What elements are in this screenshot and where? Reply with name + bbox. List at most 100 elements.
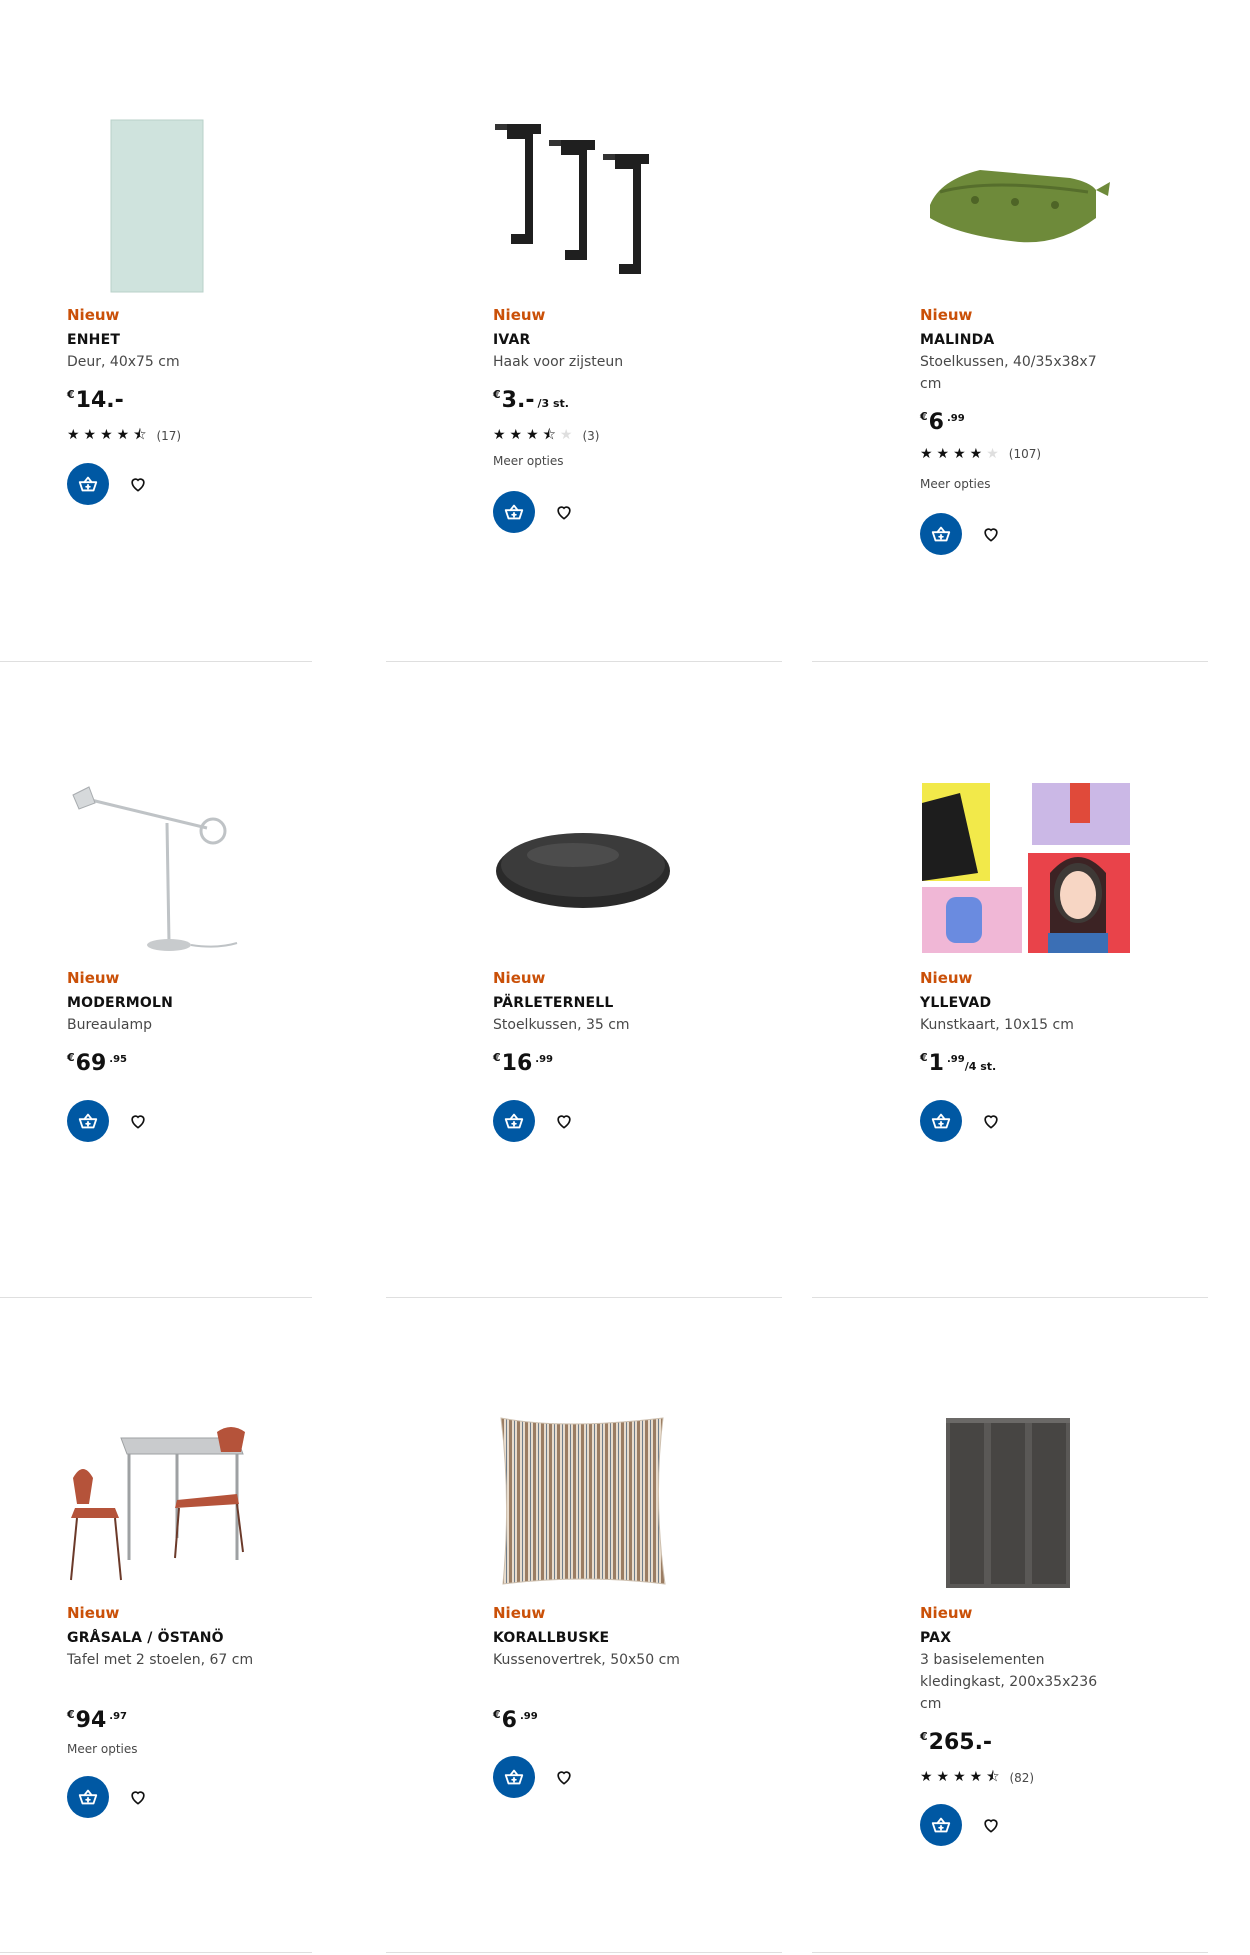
add-to-cart-button[interactable] bbox=[493, 1100, 535, 1142]
row-divider bbox=[812, 1952, 1208, 1953]
rating-count: (17) bbox=[156, 429, 182, 443]
add-to-cart-icon bbox=[78, 1789, 98, 1805]
new-badge: Nieuw bbox=[920, 1604, 973, 1622]
add-to-cart-icon bbox=[504, 1769, 524, 1785]
product-description: Stoelkussen, 40/35x38x7 cm bbox=[920, 354, 1097, 392]
product-card[interactable]: Nieuw KORALLBUSKE Kussenovertrek, 50x50 … bbox=[493, 1408, 833, 1828]
product-name[interactable]: MODERMOLN bbox=[67, 995, 173, 1011]
rating-count: (3) bbox=[582, 429, 600, 443]
row-divider bbox=[386, 1297, 782, 1298]
product-image[interactable] bbox=[493, 1408, 713, 1588]
row-divider bbox=[812, 1297, 1208, 1298]
heart-icon bbox=[131, 1115, 145, 1129]
product-image[interactable] bbox=[920, 1408, 1140, 1588]
add-to-cart-button[interactable] bbox=[67, 1100, 109, 1142]
add-to-cart-button[interactable] bbox=[493, 1756, 535, 1798]
more-options-link[interactable]: Meer opties bbox=[67, 1742, 138, 1756]
add-to-cart-icon bbox=[78, 1113, 98, 1129]
product-name[interactable]: GRÅSALA / ÖSTANÖ bbox=[67, 1630, 224, 1646]
rating-stars: ★★★⯪★ bbox=[493, 427, 577, 443]
product-card[interactable]: Nieuw MODERMOLN Bureaulamp €69.95 bbox=[67, 773, 407, 1153]
product-name[interactable]: YLLEVAD bbox=[920, 995, 991, 1011]
product-price: €16.99 bbox=[493, 1051, 553, 1076]
heart-icon bbox=[984, 1115, 998, 1129]
more-options-link[interactable]: Meer opties bbox=[920, 477, 991, 491]
product-description: Kussenovertrek, 50x50 cm bbox=[493, 1652, 680, 1668]
product-price: €14.- bbox=[67, 388, 124, 413]
add-to-cart-button[interactable] bbox=[67, 463, 109, 505]
row-divider bbox=[0, 1297, 312, 1298]
favourite-button[interactable] bbox=[125, 471, 151, 497]
favourite-button[interactable] bbox=[125, 1108, 151, 1134]
product-price: €69.95 bbox=[67, 1051, 127, 1076]
rating-count: (82) bbox=[1009, 1771, 1035, 1785]
add-to-cart-button[interactable] bbox=[67, 1776, 109, 1818]
new-badge: Nieuw bbox=[67, 306, 120, 324]
product-image[interactable] bbox=[67, 773, 287, 953]
product-description: Stoelkussen, 35 cm bbox=[493, 1017, 630, 1033]
add-to-cart-icon bbox=[931, 1817, 951, 1833]
product-card[interactable]: Nieuw GRÅSALA / ÖSTANÖ Tafel met 2 stoel… bbox=[67, 1408, 407, 1828]
row-divider bbox=[386, 1952, 782, 1953]
favourite-button[interactable] bbox=[551, 499, 577, 525]
new-badge: Nieuw bbox=[493, 969, 546, 987]
product-name[interactable]: PÄRLETERNELL bbox=[493, 995, 614, 1011]
new-badge: Nieuw bbox=[493, 306, 546, 324]
add-to-cart-icon bbox=[931, 526, 951, 542]
product-card[interactable]: Nieuw PÄRLETERNELL Stoelkussen, 35 cm €1… bbox=[493, 773, 833, 1153]
product-image[interactable] bbox=[920, 773, 1140, 953]
product-price: €265.- bbox=[920, 1730, 993, 1755]
add-to-cart-button[interactable] bbox=[493, 491, 535, 533]
heart-icon bbox=[131, 1791, 145, 1805]
favourite-button[interactable] bbox=[551, 1764, 577, 1790]
product-rating[interactable]: ★★★⯪★ (3) bbox=[493, 424, 599, 448]
product-card[interactable]: Nieuw YLLEVAD Kunstkaart, 10x15 cm €1.99… bbox=[920, 773, 1250, 1153]
favourite-button[interactable] bbox=[125, 1784, 151, 1810]
add-to-cart-button[interactable] bbox=[920, 1804, 962, 1846]
product-name[interactable]: MALINDA bbox=[920, 332, 994, 348]
product-image[interactable] bbox=[67, 1408, 287, 1588]
product-description: Tafel met 2 stoelen, 67 cm bbox=[67, 1652, 254, 1668]
add-to-cart-icon bbox=[931, 1113, 951, 1129]
row-divider bbox=[0, 1952, 312, 1953]
more-options-link[interactable]: Meer opties bbox=[493, 454, 564, 468]
product-card[interactable]: Nieuw IVAR Haak voor zijsteun €3.-/3 st.… bbox=[493, 110, 833, 533]
add-to-cart-icon bbox=[504, 504, 524, 520]
add-to-cart-button[interactable] bbox=[920, 1100, 962, 1142]
product-image[interactable] bbox=[493, 110, 713, 290]
favourite-button[interactable] bbox=[551, 1108, 577, 1134]
product-price: €94.97 bbox=[67, 1708, 127, 1733]
product-image[interactable] bbox=[920, 110, 1140, 290]
heart-icon bbox=[984, 1819, 998, 1833]
product-name[interactable]: IVAR bbox=[493, 332, 531, 348]
row-divider bbox=[812, 661, 1208, 662]
product-card[interactable]: Nieuw MALINDA Stoelkussen, 40/35x38x7 cm… bbox=[920, 110, 1250, 555]
favourite-button[interactable] bbox=[978, 1108, 1004, 1134]
product-image[interactable] bbox=[493, 773, 713, 953]
product-description: Haak voor zijsteun bbox=[493, 354, 624, 370]
product-rating[interactable]: ★★★★⯪ (17) bbox=[67, 424, 181, 448]
favourite-button[interactable] bbox=[978, 1812, 1004, 1838]
product-name[interactable]: KORALLBUSKE bbox=[493, 1630, 609, 1646]
product-image[interactable] bbox=[67, 110, 287, 293]
rating-stars: ★★★★⯪ bbox=[67, 427, 151, 443]
new-badge: Nieuw bbox=[920, 306, 973, 324]
heart-icon bbox=[131, 478, 145, 492]
heart-icon bbox=[984, 528, 998, 542]
product-name[interactable]: ENHET bbox=[67, 332, 120, 348]
product-name[interactable]: PAX bbox=[920, 1630, 951, 1646]
heart-icon bbox=[557, 1771, 571, 1785]
heart-icon bbox=[557, 1115, 571, 1129]
product-rating[interactable]: ★★★★⯪ (82) bbox=[920, 1766, 1034, 1790]
add-to-cart-button[interactable] bbox=[920, 513, 962, 555]
product-card[interactable]: Nieuw ENHET Deur, 40x75 cm €14.- ★★★★⯪ (… bbox=[67, 110, 407, 510]
favourite-button[interactable] bbox=[978, 521, 1004, 547]
add-to-cart-icon bbox=[504, 1113, 524, 1129]
product-description: Deur, 40x75 cm bbox=[67, 354, 180, 370]
product-rating[interactable]: ★★★★★ (107) bbox=[920, 446, 1041, 462]
product-card[interactable]: Nieuw PAX 3 basiselementen kledingkast, … bbox=[920, 1408, 1250, 1868]
add-to-cart-icon bbox=[78, 476, 98, 492]
product-description: 3 basiselementen kledingkast, 200x35x236… bbox=[920, 1652, 1098, 1712]
row-divider bbox=[0, 661, 312, 662]
product-price: €3.-/3 st. bbox=[493, 388, 569, 413]
